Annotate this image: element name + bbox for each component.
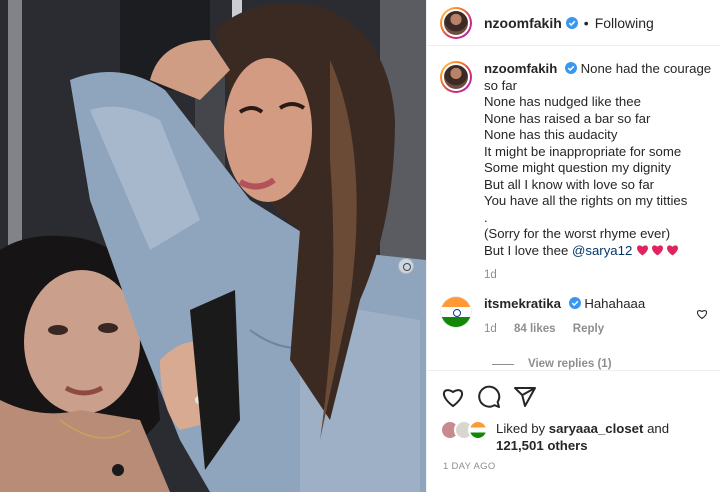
- comment-age[interactable]: 1d: [484, 323, 497, 335]
- action-bar: [427, 370, 720, 422]
- verified-badge-icon: [568, 297, 581, 309]
- post-photo[interactable]: [0, 0, 426, 492]
- comment-text: Hahahaaa: [584, 296, 646, 311]
- caption-line: None had the courage: [580, 61, 712, 76]
- caption-line: None has raised a bar so far: [484, 110, 651, 126]
- liker-avatar[interactable]: [468, 420, 488, 440]
- red-heart-emoji-icon: [652, 244, 663, 255]
- liked-by-and: and: [647, 421, 670, 436]
- liked-by-prefix: Liked by: [496, 421, 546, 436]
- caption-line: None has this audacity: [484, 127, 618, 142]
- comment-body: itsmekratika Hahahaaa 1d 84 likes Reply: [484, 296, 645, 335]
- share-icon[interactable]: [513, 385, 537, 409]
- caption-avatar[interactable]: [440, 61, 472, 93]
- caption-line: .: [484, 209, 488, 225]
- carousel-indicator-icon[interactable]: [398, 258, 414, 274]
- commenter-avatar[interactable]: [440, 296, 472, 328]
- header-separator: •: [583, 14, 589, 31]
- caption-line: Some might question my dignity: [484, 160, 671, 175]
- comment-like-heart-icon[interactable]: [696, 308, 708, 320]
- comment-likes[interactable]: 84 likes: [514, 323, 556, 335]
- author-avatar[interactable]: [440, 6, 472, 39]
- caption-line: so far: [484, 77, 517, 93]
- liker-avatars: [440, 420, 488, 440]
- caption-age[interactable]: 1d: [484, 267, 711, 284]
- liked-by-text: Liked by saryaaa_closet and 121,501 othe…: [496, 420, 669, 454]
- likes-summary: Liked by saryaaa_closet and 121,501 othe…: [440, 420, 669, 454]
- caption-text: nzoomfakih None had the courage so far N…: [484, 61, 711, 284]
- liked-by-others[interactable]: 121,501 others: [496, 438, 588, 453]
- verified-badge-icon: [564, 62, 577, 74]
- red-heart-emoji-icon: [637, 244, 648, 255]
- post-timestamp[interactable]: 1 DAY AGO: [443, 461, 496, 472]
- heart-icon[interactable]: [441, 385, 465, 409]
- reply-button[interactable]: Reply: [573, 323, 604, 335]
- caption-line: But all I know with love so far: [484, 176, 655, 192]
- caption-line: None has nudged like thee: [484, 94, 641, 109]
- comment-icon[interactable]: [477, 385, 501, 409]
- caption-line: It might be inappropriate for some: [484, 143, 682, 159]
- red-heart-emoji-icon: [667, 244, 678, 255]
- verified-badge-icon: [565, 16, 578, 29]
- photo-illustration: [0, 0, 426, 492]
- caption-line: (Sorry for the worst rhyme ever): [484, 226, 671, 241]
- view-replies-button[interactable]: View replies (1): [492, 358, 612, 370]
- comment-item: itsmekratika Hahahaaa 1d 84 likes Reply: [440, 296, 712, 335]
- comment-meta: 1d 84 likes Reply: [484, 323, 645, 335]
- caption-username[interactable]: nzoomfakih: [484, 61, 557, 76]
- mention-link[interactable]: @sarya12: [572, 243, 632, 258]
- caption: nzoomfakih None had the courage so far N…: [440, 61, 712, 284]
- author-username[interactable]: nzoomfakih: [484, 15, 562, 31]
- view-replies-label: View replies (1): [528, 358, 612, 370]
- follow-button[interactable]: Following: [595, 15, 654, 31]
- caption-line: You have all the rights on my titties: [484, 193, 688, 208]
- commenter-username[interactable]: itsmekratika: [484, 296, 561, 311]
- view-replies-line: [492, 363, 514, 365]
- post-details-panel: nzoomfakih • Following nzoomfakih None h…: [426, 0, 720, 492]
- post-header: nzoomfakih • Following: [427, 0, 720, 46]
- liked-by-user[interactable]: saryaaa_closet: [549, 421, 644, 436]
- caption-line: But I love thee: [484, 242, 569, 258]
